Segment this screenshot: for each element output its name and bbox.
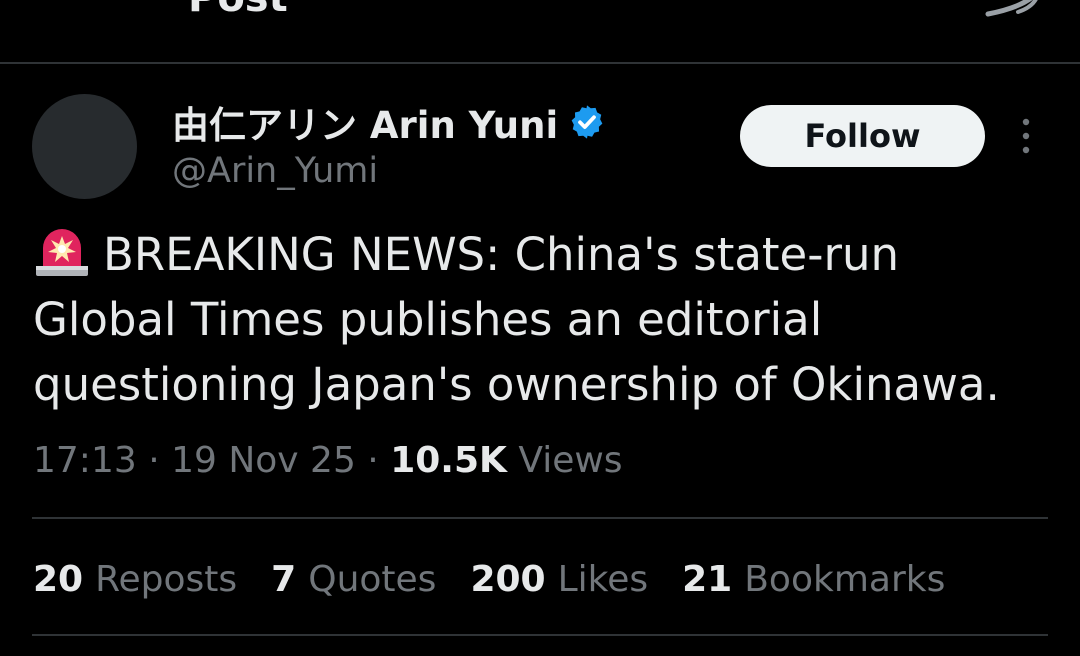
tweet-date[interactable]: 19 Nov 25 — [171, 440, 356, 481]
tweet-time[interactable]: 17:13 — [33, 440, 137, 481]
views-label: Views — [518, 440, 623, 481]
reposts-count: 20 — [33, 559, 84, 600]
follow-button[interactable]: Follow — [740, 105, 985, 167]
engagement-stats: 20 Reposts 7 Quotes 200 Likes 21 Bookmarks — [33, 556, 979, 604]
tweet-body: BREAKING NEWS: China's state-run Global … — [33, 228, 1000, 411]
bookmarks-count: 21 — [682, 559, 733, 600]
page-title: Post — [188, 0, 288, 18]
divider — [32, 634, 1048, 636]
quotes-count: 7 — [271, 559, 297, 600]
quotes-stat[interactable]: 7 Quotes — [271, 556, 436, 604]
avatar[interactable] — [32, 94, 137, 199]
bookmarks-stat[interactable]: 21 Bookmarks — [682, 556, 945, 604]
meta-separator: · — [136, 440, 172, 481]
meta-separator: · — [355, 440, 391, 481]
likes-count: 200 — [470, 559, 546, 600]
views-count: 10.5K — [390, 440, 507, 481]
verified-badge-icon — [571, 105, 603, 139]
rotating-light-icon — [36, 229, 88, 276]
reposts-label: Reposts — [95, 559, 238, 600]
arrow-left-icon[interactable] — [40, 0, 100, 20]
display-name[interactable]: 由仁アリン Arin Yuni — [172, 95, 558, 149]
reposts-stat[interactable]: 20 Reposts — [33, 556, 237, 604]
quotes-label: Quotes — [308, 559, 437, 600]
grok-icon[interactable] — [978, 0, 1048, 20]
author-handle[interactable]: @Arin_Yumi — [172, 150, 378, 192]
more-vertical-icon[interactable] — [1006, 116, 1046, 156]
divider — [32, 517, 1048, 519]
tweet-text: BREAKING NEWS: China's state-run Global … — [33, 222, 1043, 417]
likes-label: Likes — [557, 559, 649, 600]
top-bar: Post — [0, 0, 1080, 64]
bookmarks-label: Bookmarks — [744, 559, 946, 600]
tweet-meta: 17:13 · 19 Nov 25 · 10.5K Views — [33, 438, 623, 484]
author-name-row[interactable]: 由仁アリン Arin Yuni — [172, 95, 606, 149]
likes-stat[interactable]: 200 Likes — [470, 556, 648, 604]
